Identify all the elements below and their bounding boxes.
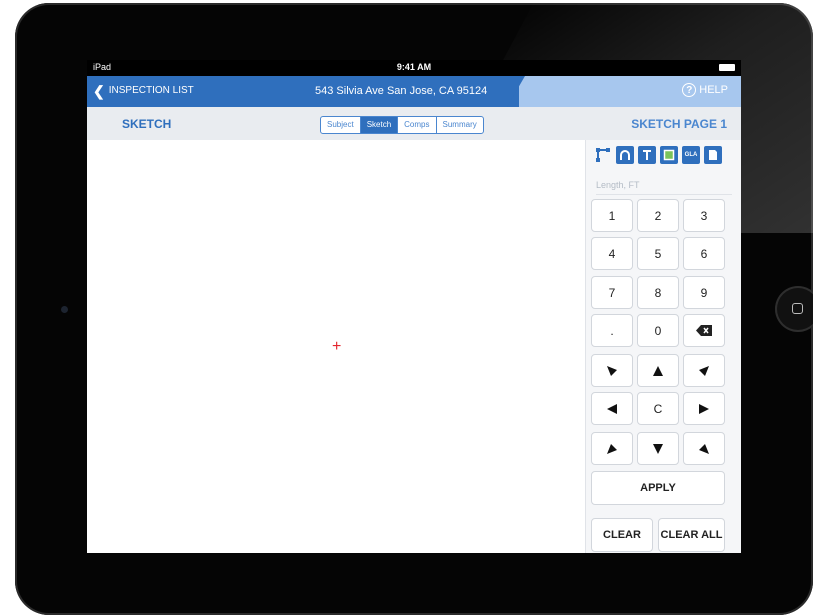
sub-header: SKETCH Subject Sketch Comps Summary SKET… <box>87 107 741 141</box>
address-title: 543 Silvia Ave San Jose, CA 95124 <box>315 85 488 97</box>
crosshair-cursor-icon: + <box>332 338 342 355</box>
tab-subject[interactable]: Subject <box>321 117 361 133</box>
center-key[interactable]: C <box>637 392 679 425</box>
tab-sketch[interactable]: Sketch <box>360 117 399 133</box>
back-label: INSPECTION LIST <box>108 85 194 96</box>
key-2[interactable]: 2 <box>637 199 679 232</box>
tab-summary[interactable]: Summary <box>437 117 483 133</box>
arrow-right-key[interactable] <box>683 392 725 425</box>
arrow-left-key[interactable] <box>591 392 633 425</box>
arrow-down-icon <box>653 443 663 454</box>
arrow-up-left-key[interactable] <box>683 432 725 465</box>
key-0[interactable]: 0 <box>637 314 679 347</box>
backspace-key[interactable] <box>683 314 725 347</box>
line-icon[interactable] <box>594 146 612 164</box>
page-icon[interactable] <box>704 146 722 164</box>
camera-icon <box>61 306 68 313</box>
help-label: HELP <box>699 84 728 96</box>
area-icon[interactable] <box>660 146 678 164</box>
tab-segmented-control: Subject Sketch Comps Summary <box>320 116 484 134</box>
arrow-up-right-key[interactable] <box>591 432 633 465</box>
arrow-left-icon <box>607 403 617 414</box>
sketch-page-label: SKETCH PAGE 1 <box>631 117 727 131</box>
status-bar: iPad 9:41 AM <box>87 60 741 76</box>
key-8[interactable]: 8 <box>637 276 679 309</box>
nav-bar: ❮ INSPECTION LIST 543 Silvia Ave San Jos… <box>87 76 741 107</box>
key-1[interactable]: 1 <box>591 199 633 232</box>
arrow-down-right-icon <box>607 365 617 376</box>
arrow-down-left-icon <box>699 365 709 376</box>
help-button[interactable]: ? HELP <box>682 83 728 97</box>
arrow-up-icon <box>653 365 663 376</box>
clear-all-button[interactable]: CLEAR ALL <box>658 518 725 552</box>
key-6[interactable]: 6 <box>683 237 725 270</box>
apply-button[interactable]: APPLY <box>591 471 725 505</box>
gla-label: GLA <box>684 152 698 158</box>
help-icon: ? <box>682 83 697 97</box>
tool-bar: GLA <box>594 146 722 164</box>
arrow-up-right-icon <box>607 443 617 454</box>
back-button[interactable]: ❮ INSPECTION LIST <box>93 82 194 99</box>
gla-icon[interactable]: GLA <box>682 146 700 164</box>
ipad-device: iPad 9:41 AM ❮ INSPECTION LIST 543 Silvi… <box>15 3 813 615</box>
text-icon[interactable] <box>638 146 656 164</box>
key-5[interactable]: 5 <box>637 237 679 270</box>
battery-icon <box>719 64 735 71</box>
app-screen: iPad 9:41 AM ❮ INSPECTION LIST 543 Silvi… <box>87 60 741 553</box>
key-4[interactable]: 4 <box>591 237 633 270</box>
home-square-icon <box>792 303 803 314</box>
arrow-up-left-icon <box>699 443 709 454</box>
nav-bar-wedge <box>507 76 525 107</box>
home-button[interactable] <box>775 286 813 332</box>
tab-comps[interactable]: Comps <box>398 117 437 133</box>
key-decimal[interactable]: . <box>591 314 633 347</box>
arrow-down-left-key[interactable] <box>683 354 725 387</box>
key-9[interactable]: 9 <box>683 276 725 309</box>
length-input[interactable]: Length, FT <box>596 176 732 195</box>
clear-button[interactable]: CLEAR <box>591 518 653 552</box>
arc-icon[interactable] <box>616 146 634 164</box>
status-time: 9:41 AM <box>396 62 432 72</box>
arrow-right-icon <box>699 403 709 414</box>
arrow-down-key[interactable] <box>637 432 679 465</box>
page-title: SKETCH <box>122 117 172 131</box>
key-3[interactable]: 3 <box>683 199 725 232</box>
key-7[interactable]: 7 <box>591 276 633 309</box>
backspace-icon <box>696 325 712 336</box>
chevron-left-icon: ❮ <box>93 82 105 99</box>
arrow-down-right-key[interactable] <box>591 354 633 387</box>
sketch-tool-panel: GLA Length, FT 1 2 3 4 5 6 7 8 9 . 0 C A… <box>585 140 741 553</box>
arrow-up-key[interactable] <box>637 354 679 387</box>
sketch-canvas[interactable]: + <box>87 140 585 553</box>
